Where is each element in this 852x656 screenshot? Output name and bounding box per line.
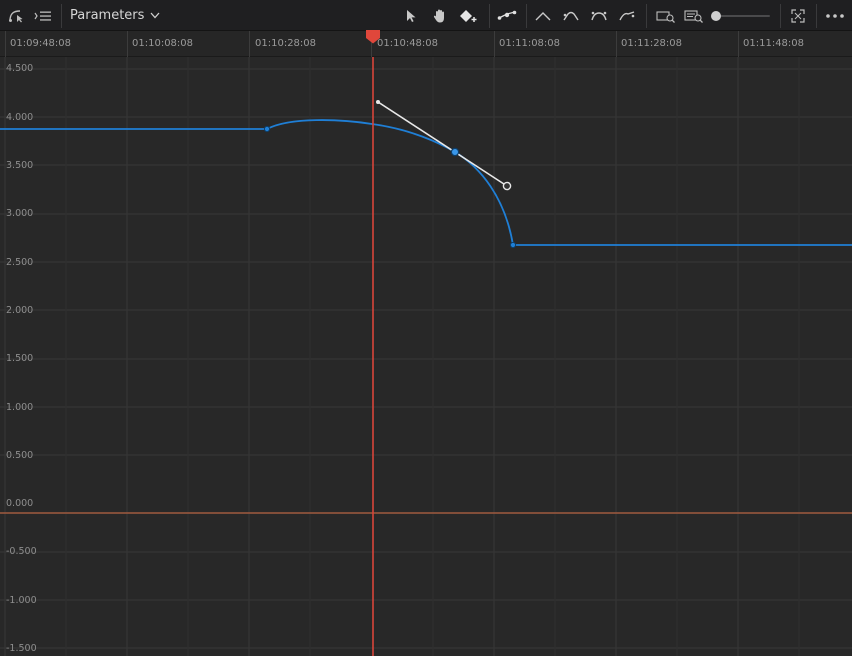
curve-graph-area[interactable]: 4.500 4.000 3.500 3.000 2.500 2.000 1.50…	[0, 57, 852, 656]
keyframe-handles-icon[interactable]	[495, 5, 519, 27]
ruler-timecode: 01:09:48:08	[10, 38, 72, 49]
bezier-in-handle[interactable]	[376, 100, 380, 104]
toolbar-divider	[816, 4, 817, 28]
toolbar-divider	[61, 4, 62, 28]
hand-icon[interactable]	[430, 5, 450, 27]
curve-editor: Parameters 01:09:48:08 01:10:08:08 01:10…	[0, 0, 852, 656]
keyframe-point[interactable]	[509, 241, 517, 249]
timecode-ruler[interactable]: 01:09:48:08 01:10:08:08 01:10:28:08 01:1…	[0, 31, 852, 57]
ruler-timecode: 01:10:28:08	[255, 38, 317, 49]
y-axis-label: 0.000	[6, 498, 34, 509]
ruler-timecode: 01:11:28:08	[621, 38, 683, 49]
ruler-major-tick	[5, 31, 6, 57]
ease-out-icon[interactable]	[588, 5, 610, 27]
curve-select-icon[interactable]	[6, 5, 26, 27]
ruler-major-tick	[127, 31, 128, 57]
y-axis-label: 4.000	[6, 112, 34, 123]
keyframe-list-icon[interactable]	[33, 5, 53, 27]
chevron-down-icon	[150, 8, 160, 23]
y-axis-label: -1.500	[6, 643, 37, 654]
y-axis-label: 2.500	[6, 257, 34, 268]
toolbar-divider	[489, 4, 490, 28]
y-axis-label: -1.000	[6, 595, 37, 606]
y-axis-label: 3.500	[6, 160, 34, 171]
custom-ease-icon[interactable]	[616, 5, 638, 27]
y-axis-label: 3.000	[6, 208, 34, 219]
toolbar-divider	[780, 4, 781, 28]
add-keyframe-icon[interactable]	[457, 5, 481, 27]
minor-grid-lines	[65, 57, 800, 656]
zoom-slider-handle[interactable]	[711, 11, 721, 21]
ease-in-icon[interactable]	[560, 5, 582, 27]
bezier-out-handle[interactable]	[502, 181, 512, 191]
ruler-major-tick	[249, 31, 250, 57]
y-axis-label: 0.500	[6, 450, 34, 461]
ruler-timecode: 01:10:48:08	[377, 38, 439, 49]
y-axis-label: 1.500	[6, 353, 34, 364]
zoom-fit-keyframes-icon[interactable]	[654, 5, 678, 27]
ruler-timecode: 01:11:08:08	[499, 38, 561, 49]
animation-curve[interactable]	[0, 119, 852, 246]
ruler-major-tick	[616, 31, 617, 57]
curve-graph-canvas[interactable]	[0, 57, 852, 656]
toolbar-divider	[646, 4, 647, 28]
ruler-major-tick	[738, 31, 739, 57]
fullscreen-icon[interactable]	[788, 5, 808, 27]
grid-lines	[0, 57, 852, 656]
keyframe-point-selected[interactable]	[450, 147, 460, 157]
ruler-timecode: 01:11:48:08	[743, 38, 805, 49]
playhead-marker-icon[interactable]	[365, 30, 381, 44]
curve-editor-toolbar: Parameters	[0, 0, 852, 31]
parameters-dropdown-label: Parameters	[70, 8, 145, 23]
ruler-major-tick	[494, 31, 495, 57]
linear-curve-icon[interactable]	[532, 5, 554, 27]
y-axis-label: 1.000	[6, 402, 34, 413]
parameters-dropdown[interactable]: Parameters	[70, 0, 160, 31]
bezier-handle-line	[377, 101, 508, 187]
pointer-icon[interactable]	[402, 5, 420, 27]
keyframe-point[interactable]	[263, 125, 271, 133]
y-axis-label: 4.500	[6, 63, 34, 74]
y-axis-label: -0.500	[6, 546, 37, 557]
y-axis-label: 2.000	[6, 305, 34, 316]
more-options-icon[interactable]	[822, 5, 848, 27]
ruler-timecode: 01:10:08:08	[132, 38, 194, 49]
zoom-fit-window-icon[interactable]	[682, 5, 706, 27]
toolbar-divider	[526, 4, 527, 28]
